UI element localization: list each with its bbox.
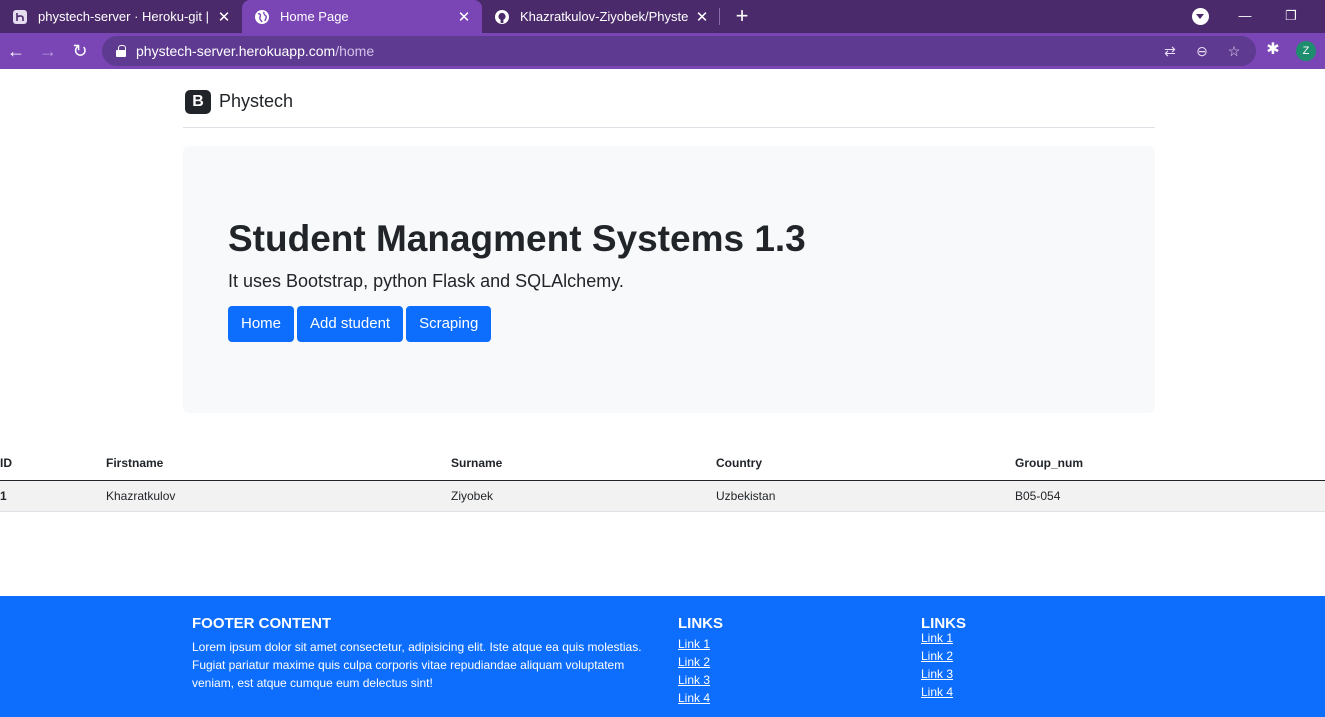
cell-id: 1 <box>0 480 106 512</box>
tab-title: Home Page <box>280 9 349 24</box>
url-text: phystech-server.herokuapp.com/home <box>136 43 374 59</box>
footer-link-2[interactable]: Link 2 <box>678 653 723 671</box>
minimize-icon[interactable]: — <box>1233 5 1257 27</box>
table-row: 1 Khazratkulov Ziyobek Uzbekistan B05-05… <box>0 480 1325 512</box>
new-tab-plus-icon[interactable]: + <box>730 5 754 29</box>
column-header-firstname: Firstname <box>106 446 451 481</box>
hero-lead: It uses Bootstrap, python Flask and SQLA… <box>228 271 624 291</box>
lock-icon[interactable] <box>116 45 126 57</box>
home-button[interactable]: Home <box>228 306 295 342</box>
close-icon[interactable]: ✕ <box>694 9 710 26</box>
hero-title: Student Managment Systems 1.3 <box>228 218 806 259</box>
site-navbar: B Phystech <box>183 69 1155 128</box>
footer-link-3[interactable]: Link 3 <box>921 665 966 683</box>
forward-arrow-icon[interactable]: → <box>36 39 60 63</box>
tab-github[interactable]: Khazratkulov-Ziyobek/Phystech-server ✕ <box>482 0 720 33</box>
column-header-id: ID <box>0 446 106 481</box>
tab-search-dropdown-icon[interactable] <box>1192 8 1209 25</box>
bootstrap-logo-icon[interactable]: B <box>185 90 211 114</box>
brand-name[interactable]: Phystech <box>219 91 293 112</box>
footer-link-2[interactable]: Link 2 <box>921 647 966 665</box>
hero-button-group: Home Add student Scraping <box>228 306 494 342</box>
hero-section: Student Managment Systems 1.3 It uses Bo… <box>183 146 1155 413</box>
tab-title: Khazratkulov-Ziyobek/Phystech-server <box>520 9 688 24</box>
back-arrow-icon[interactable]: ← <box>4 39 28 63</box>
footer-about: FOOTER CONTENT Lorem ipsum dolor sit ame… <box>192 615 662 692</box>
footer-text: Lorem ipsum dolor sit amet consectetur, … <box>192 640 642 690</box>
browser-toolbar: ← → ↻ phystech-server.herokuapp.com/home… <box>0 33 1325 69</box>
footer-links-column-2: LINKS Link 1 Link 2 Link 3 Link 4 <box>921 615 966 701</box>
table-header-row: ID Firstname Surname Country Group_num <box>0 446 1325 481</box>
cell-firstname: Khazratkulov <box>106 480 451 512</box>
site-footer: FOOTER CONTENT Lorem ipsum dolor sit ame… <box>0 596 1325 717</box>
footer-link-3[interactable]: Link 3 <box>678 671 723 689</box>
zoom-icon[interactable]: ⊖ <box>1192 41 1212 61</box>
tab-divider <box>719 8 720 25</box>
restore-icon[interactable]: ❐ <box>1279 5 1303 27</box>
footer-link-4[interactable]: Link 4 <box>678 689 723 707</box>
close-icon[interactable]: ✕ <box>216 9 232 26</box>
profile-avatar[interactable]: Z <box>1296 41 1316 61</box>
address-bar[interactable]: phystech-server.herokuapp.com/home ⇄ ⊖ ☆ <box>102 36 1256 66</box>
extensions-puzzle-icon[interactable]: ✱ <box>1262 39 1284 61</box>
footer-links-heading: LINKS <box>678 615 723 632</box>
heroku-icon <box>12 9 28 25</box>
cell-group-num: B05-054 <box>1015 480 1325 512</box>
bookmark-star-icon[interactable]: ☆ <box>1224 41 1244 61</box>
footer-link-1[interactable]: Link 1 <box>678 635 723 653</box>
tab-heroku[interactable]: phystech-server · Heroku-git | Heroku ✕ <box>0 0 242 33</box>
column-header-surname: Surname <box>451 446 716 481</box>
page-content: B Phystech Student Managment Systems 1.3… <box>0 69 1325 717</box>
column-header-country: Country <box>716 446 1015 481</box>
tab-title: phystech-server · Heroku-git | Heroku <box>38 9 210 24</box>
translate-icon[interactable]: ⇄ <box>1160 41 1180 61</box>
browser-tab-strip: phystech-server · Heroku-git | Heroku ✕ … <box>0 0 1325 33</box>
reload-icon[interactable]: ↻ <box>68 39 92 63</box>
scraping-button[interactable]: Scraping <box>406 306 492 342</box>
footer-links-column-1: LINKS Link 1 Link 2 Link 3 Link 4 <box>678 615 723 707</box>
cell-country: Uzbekistan <box>716 480 1015 512</box>
url-path: /home <box>335 43 375 59</box>
tab-home-page[interactable]: Home Page ✕ <box>242 0 482 33</box>
url-host: phystech-server.herokuapp.com <box>136 43 336 59</box>
students-table: ID Firstname Surname Country Group_num 1… <box>0 446 1325 512</box>
column-header-group-num: Group_num <box>1015 446 1325 481</box>
footer-heading: FOOTER CONTENT <box>192 615 332 632</box>
github-icon <box>494 9 510 25</box>
globe-icon <box>254 9 270 25</box>
close-icon[interactable]: ✕ <box>456 9 472 26</box>
cell-surname: Ziyobek <box>451 480 716 512</box>
add-student-button[interactable]: Add student <box>297 306 404 342</box>
footer-link-4[interactable]: Link 4 <box>921 683 966 701</box>
